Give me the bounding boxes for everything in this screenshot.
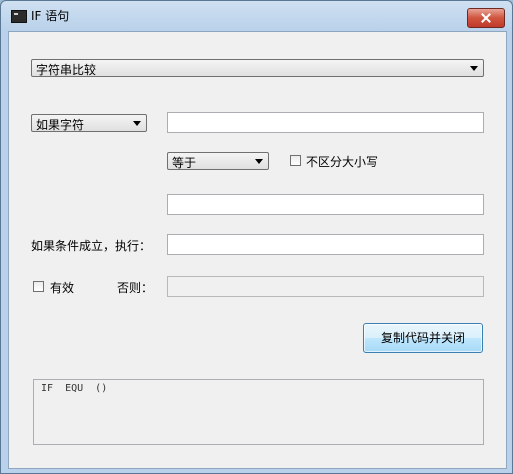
title-bar: IF 语句	[1, 1, 512, 31]
compare-type-select[interactable]: 字符串比较	[31, 59, 484, 77]
dialog-body: 字符串比较 如果字符 等于 不区分大小写 如果条件成立，执行： 有效 否则： 复…	[8, 31, 507, 469]
then-label: 如果条件成立，执行：	[31, 239, 152, 253]
compare-type-value: 字符串比较	[36, 63, 97, 77]
condition-select[interactable]: 如果字符	[31, 114, 147, 132]
chevron-down-icon	[470, 66, 478, 71]
valid-checkbox[interactable]	[33, 281, 44, 292]
window-title: IF 语句	[31, 9, 70, 23]
case-insensitive-label: 不区分大小写	[306, 155, 379, 169]
else-label: 否则：	[117, 281, 154, 295]
close-button[interactable]	[467, 8, 505, 28]
compare-value-input[interactable]	[167, 194, 484, 215]
code-preview[interactable]: IF EQU ()	[33, 379, 484, 445]
operator-select[interactable]: 等于	[167, 152, 269, 170]
then-command-input[interactable]	[167, 234, 484, 255]
code-preview-text: IF EQU ()	[41, 383, 108, 394]
else-command-input[interactable]	[167, 276, 484, 297]
condition-string-input[interactable]	[167, 112, 484, 133]
chevron-down-icon	[133, 121, 141, 126]
valid-label: 有效	[50, 281, 75, 295]
operator-value: 等于	[172, 156, 197, 170]
condition-value: 如果字符	[36, 118, 85, 132]
copy-and-close-button[interactable]: 复制代码并关闭	[363, 323, 483, 353]
chevron-down-icon	[255, 159, 263, 164]
copy-and-close-label: 复制代码并关闭	[380, 331, 465, 345]
case-insensitive-checkbox[interactable]	[290, 155, 301, 166]
if-statement-dialog: IF 语句 字符串比较 如果字符 等于 不区分大小写 如果条件成立，执行： 有效…	[0, 0, 513, 474]
console-app-icon	[11, 10, 27, 23]
